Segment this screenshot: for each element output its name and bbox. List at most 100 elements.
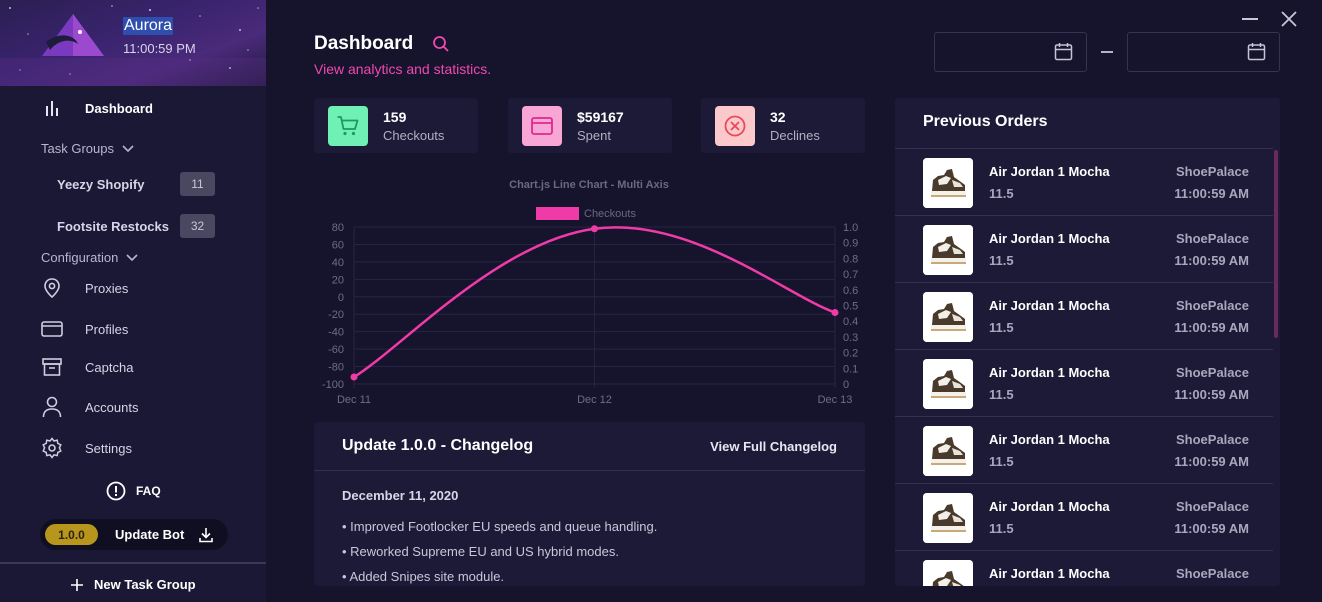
map-pin-icon (40, 276, 64, 300)
line-chart: Chart.js Line Chart - Multi Axis Checkou… (322, 179, 858, 406)
order-row[interactable]: Air Jordan 1 Mocha 11.5 ShoePalace 11:00:59… (895, 416, 1273, 483)
start-date-input[interactable] (934, 32, 1087, 72)
order-size: 11.5 (989, 454, 1014, 469)
order-row[interactable]: Air Jordan 1 Mocha11.5ShoePalace11:00:59… (895, 282, 1273, 349)
app-name: Aurora (123, 17, 174, 35)
sidebar-header: Aurora 11:00:59 PM (0, 0, 266, 86)
order-thumbnail (923, 493, 973, 543)
order-time: 11:00:59 AM (1174, 320, 1249, 335)
order-size: 11.5 (989, 186, 1014, 201)
sneaker-image (923, 158, 973, 208)
order-row[interactable]: Air Jordan 1 Mocha 11.5 ShoePalace 11:00:59… (895, 215, 1273, 282)
update-bot-button[interactable]: 1.0.0 Update Bot (40, 519, 228, 550)
orders-scrollbar[interactable] (1274, 150, 1278, 338)
sidebar-divider (0, 562, 266, 564)
version-badge: 1.0.0 (45, 524, 98, 545)
changelog-list: • Improved Footlocker EU speeds and queu… (342, 519, 657, 586)
bar-chart-icon (40, 96, 64, 120)
sidebar-item-proxies[interactable]: Proxies (40, 276, 128, 300)
minimize-button[interactable] (1242, 18, 1258, 20)
y2-tick-label: 0.9 (843, 238, 858, 250)
order-size: 11.5 (989, 320, 1014, 335)
order-size: 11.5 (989, 521, 1014, 536)
order-store: ShoePalace (1176, 298, 1249, 313)
orders-list[interactable]: Air Jordan 1 Mocha 11.5 ShoePalace 11:00:59… (895, 148, 1273, 586)
y-tick-label: -40 (328, 327, 344, 339)
data-point[interactable] (831, 308, 839, 316)
order-row[interactable]: Air Jordan 1 Mocha11.5ShoePalace11:00:59… (895, 483, 1273, 550)
order-product-name: Air Jordan 1 Mocha (989, 365, 1110, 380)
changelog-title: Update 1.0.0 - Changelog (342, 437, 534, 454)
stat-card-spent: $59167 Spent (508, 98, 672, 153)
order-row[interactable]: Air Jordan 1 Mocha11.5ShoePalace11:00:59… (895, 148, 1273, 215)
order-thumbnail (923, 158, 973, 208)
credit-card-icon (40, 317, 64, 341)
x-tick-label: Dec 13 (818, 394, 853, 406)
order-product-name: Air Jordan 1 Mocha (989, 432, 1110, 447)
y2-tick-label: 0.6 (843, 285, 858, 297)
order-product-name: Air Jordan 1 Mocha (989, 231, 1110, 246)
y-tick-label: 80 (332, 222, 344, 234)
order-product-name: Air Jordan 1 Mocha (989, 164, 1110, 179)
order-store: ShoePalace (1176, 231, 1249, 246)
sidebar-item-settings[interactable]: Settings (40, 436, 132, 460)
sidebar-item-profiles[interactable]: Profiles (40, 317, 128, 341)
y-tick-label: -60 (328, 344, 344, 356)
configuration-heading: Configuration (41, 250, 119, 265)
order-store: ShoePalace (1176, 432, 1249, 447)
task-group-label: Footsite Restocks (57, 218, 169, 234)
changelog-panel: Update 1.0.0 - Changelog View Full Chang… (314, 422, 865, 586)
order-thumbnail (923, 359, 973, 409)
stat-card-declines: 32 Declines (701, 98, 865, 153)
faq-link[interactable]: FAQ (106, 481, 161, 501)
x-circle-icon (724, 115, 746, 137)
stat-value: 159 (383, 109, 407, 125)
gear-icon (40, 436, 64, 460)
y-tick-label: 40 (332, 257, 344, 269)
previous-orders-title: Previous Orders (923, 113, 1048, 130)
changelog-item: • Improved Footlocker EU speeds and queu… (342, 519, 658, 534)
y2-tick-label: 0.7 (843, 269, 858, 281)
y2-tick-label: 0 (843, 379, 849, 391)
task-groups-heading: Task Groups (41, 141, 114, 156)
aurora-logo (42, 14, 104, 56)
data-point[interactable] (591, 225, 598, 233)
task-group-item[interactable]: Yeezy Shopify 11 (57, 172, 215, 196)
configuration-toggle[interactable]: Configuration (41, 250, 138, 265)
new-task-group-button[interactable]: New Task Group (70, 577, 196, 592)
task-groups-toggle[interactable]: Task Groups (41, 141, 134, 156)
x-axis-ticks: Dec 11 Dec 12 Dec 13 (337, 394, 852, 406)
x-tick-label: Dec 11 (337, 394, 371, 406)
y-tick-label: 0 (338, 292, 344, 304)
sneaker-image (923, 225, 973, 275)
order-row[interactable]: Air Jordan 1 Mocha11.5ShoePalace11:00:59… (895, 550, 1273, 586)
new-task-group-label: New Task Group (94, 577, 196, 592)
sidebar-item-label: Dashboard (85, 100, 153, 116)
sidebar-item-captcha[interactable]: Captcha (40, 355, 133, 379)
download-icon (199, 527, 214, 542)
y2-axis-ticks: 1.0 0.9 0.8 0.7 0.6 0.5 0.4 0.3 0.2 0.1 0 (843, 222, 858, 391)
sidebar-item-dashboard[interactable]: Dashboard (40, 96, 153, 120)
order-time: 11:00:59 AM (1174, 253, 1249, 268)
order-size: 11.5 (989, 253, 1014, 268)
sidebar: Aurora 11:00:59 PM Dashboard Task Groups… (0, 0, 266, 602)
data-point[interactable] (350, 373, 358, 381)
date-range-separator (1101, 51, 1113, 53)
user-icon (40, 395, 64, 419)
order-row[interactable]: Air Jordan 1 Mocha11.5ShoePalace11:00:59… (895, 349, 1273, 416)
view-full-changelog-link[interactable]: View Full Changelog (710, 439, 837, 454)
order-time: 11:00:59 AM (1174, 454, 1249, 469)
calendar-icon (1247, 43, 1266, 61)
order-thumbnail (923, 426, 973, 476)
search-icon[interactable] (432, 35, 450, 53)
task-group-item[interactable]: Footsite Restocks 32 (57, 214, 215, 238)
app-clock: 11:00:59 PM (123, 41, 196, 56)
sneaker-image (923, 359, 973, 409)
end-date-input[interactable] (1127, 32, 1280, 72)
sidebar-item-accounts[interactable]: Accounts (40, 395, 138, 419)
x-tick-label: Dec 12 (577, 394, 612, 406)
sneaker-image (923, 493, 973, 543)
checkouts-chart: Chart.js Line Chart - Multi Axis Checkou… (314, 168, 865, 408)
task-count-badge: 32 (180, 214, 215, 238)
close-icon[interactable] (1281, 11, 1297, 27)
